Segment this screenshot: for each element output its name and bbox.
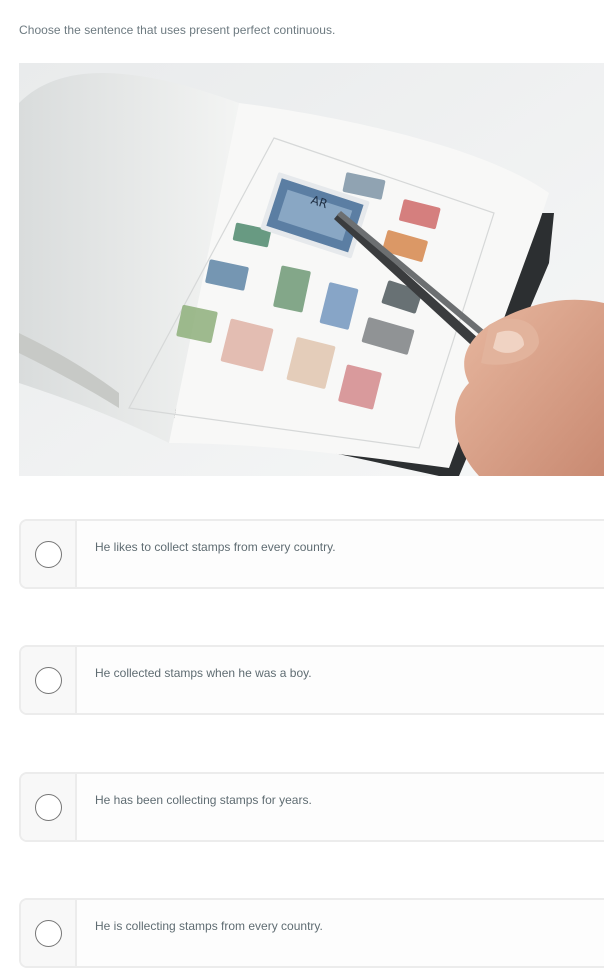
radio-cell[interactable] [21, 647, 77, 713]
radio-cell[interactable] [21, 900, 77, 966]
stamp-album-photo: AR [19, 63, 604, 476]
question-prompt: Choose the sentence that uses present pe… [19, 23, 336, 37]
radio-button[interactable] [34, 666, 62, 694]
answer-label[interactable]: He likes to collect stamps from every co… [77, 521, 336, 587]
radio-button[interactable] [34, 540, 62, 568]
answer-label[interactable]: He is collecting stamps from every count… [77, 900, 323, 966]
answer-option-1[interactable]: He likes to collect stamps from every co… [19, 519, 604, 589]
answer-option-3[interactable]: He has been collecting stamps for years. [19, 772, 604, 842]
answer-option-4[interactable]: He is collecting stamps from every count… [19, 898, 604, 968]
answer-option-2[interactable]: He collected stamps when he was a boy. [19, 645, 604, 715]
radio-button[interactable] [34, 919, 62, 947]
radio-cell[interactable] [21, 521, 77, 587]
radio-button[interactable] [34, 793, 62, 821]
radio-cell[interactable] [21, 774, 77, 840]
answer-label[interactable]: He has been collecting stamps for years. [77, 774, 312, 840]
answer-label[interactable]: He collected stamps when he was a boy. [77, 647, 312, 713]
